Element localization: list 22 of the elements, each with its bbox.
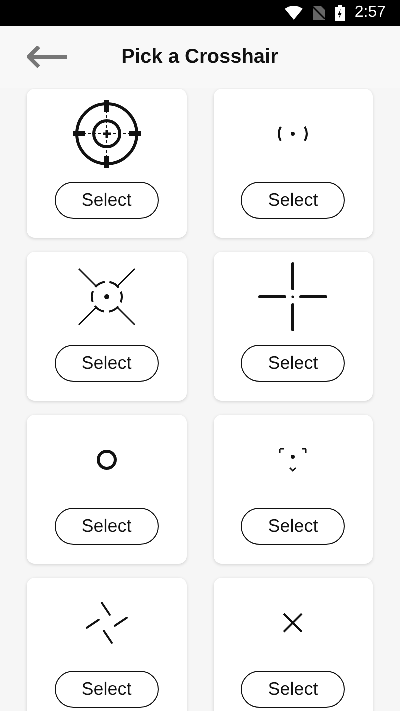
select-button[interactable]: Select xyxy=(54,671,159,708)
battery-charging-icon xyxy=(334,5,345,21)
wifi-icon xyxy=(284,6,303,20)
pinwheel-crosshair-icon xyxy=(84,601,129,645)
select-button[interactable]: Select xyxy=(54,508,159,545)
scope-crosshair-icon xyxy=(72,99,142,169)
select-button[interactable]: Select xyxy=(241,508,346,545)
select-button[interactable]: Select xyxy=(54,182,159,219)
select-button[interactable]: Select xyxy=(241,671,346,708)
x-dot-crosshair-icon xyxy=(78,268,136,326)
select-button[interactable]: Select xyxy=(241,182,346,219)
gap-crosshair-icon xyxy=(258,262,328,332)
triangle-dot-icon xyxy=(277,447,310,473)
back-button[interactable] xyxy=(27,45,67,69)
x-crosshair-icon xyxy=(282,612,304,634)
ring-icon xyxy=(96,449,118,471)
select-button[interactable]: Select xyxy=(54,345,159,382)
select-button[interactable]: Select xyxy=(241,345,346,382)
dot-brackets-icon xyxy=(276,125,310,143)
page-title: Pick a Crosshair xyxy=(122,45,278,70)
clock: 2:57 xyxy=(354,3,386,23)
no-sim-icon xyxy=(312,6,325,20)
